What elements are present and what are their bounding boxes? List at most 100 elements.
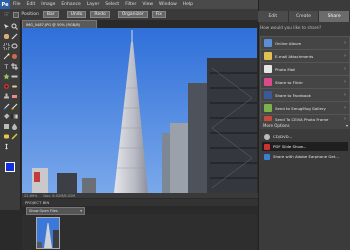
status-bar: 22.69% Doc: 8.02M/8.02M — [22, 193, 259, 198]
facebook-icon — [264, 91, 272, 99]
email-icon — [264, 52, 272, 60]
share-item-label: Share to Facebook — [275, 92, 311, 98]
more-share-adobe[interactable]: Share with Adobe Earphone Get... — [262, 152, 348, 161]
bar-button[interactable]: Bar — [42, 11, 59, 18]
chevron-right-icon: › — [344, 79, 346, 85]
eyedropper-icon[interactable] — [11, 33, 18, 40]
project-bin-header: PROJECT BIN — [22, 199, 260, 206]
share-adobe-icon — [264, 153, 270, 160]
more-item-label: Share with Adobe Earphone Get... — [273, 154, 339, 159]
project-bin-select-label: Show Open Files — [29, 209, 58, 213]
chevron-right-icon: › — [344, 53, 346, 59]
menu-image[interactable]: Image — [38, 2, 58, 7]
menu-filter[interactable]: Filter — [122, 2, 139, 7]
more-cd-dvd[interactable]: CD/DVD... — [262, 132, 348, 141]
tab-share[interactable]: Share — [319, 11, 350, 22]
panel-tabs: Edit Create Share — [258, 11, 350, 22]
project-bin-thumbnail[interactable] — [36, 217, 60, 249]
clone-stamp-icon[interactable] — [3, 93, 10, 100]
menu-view[interactable]: View — [139, 2, 156, 7]
more-pdf-slideshow[interactable]: PDF Slide Show... — [262, 142, 348, 151]
svg-text:T: T — [4, 64, 9, 70]
hand-tool-icon: ☞ — [4, 11, 10, 18]
chevron-down-icon: ▾ — [80, 209, 82, 213]
menu-file[interactable]: File — [10, 2, 24, 7]
crop-tool-icon[interactable] — [11, 63, 18, 70]
disc-icon — [264, 133, 270, 140]
document-tab-label: IMG_0487.JPG @ 50% (RGB/8) — [26, 22, 81, 27]
project-bin-title: PROJECT BIN — [25, 200, 50, 205]
brush-tool-icon[interactable] — [3, 103, 10, 110]
red-eye-icon[interactable] — [3, 83, 10, 90]
fix-button[interactable]: Fix — [151, 11, 166, 18]
zoom-tool-icon[interactable] — [11, 23, 18, 30]
chevron-right-icon: › — [344, 40, 346, 46]
share-item-label: Share to Flickr — [275, 79, 303, 85]
chevron-right-icon: › — [344, 66, 346, 72]
more-options-label: More Options — [263, 122, 290, 128]
lasso-tool-icon[interactable] — [11, 43, 18, 50]
menu-enhance[interactable]: Enhance — [58, 2, 83, 7]
image-canvas[interactable] — [22, 28, 257, 193]
type-tool-icon[interactable]: T — [3, 63, 10, 71]
project-bin-select[interactable]: Show Open Files ▾ — [26, 207, 85, 215]
content-aware-move-icon[interactable] — [3, 143, 10, 150]
organizer-button[interactable]: Organizer — [117, 11, 148, 18]
menu-help[interactable]: Help — [180, 2, 196, 7]
redo-button[interactable]: Redo — [90, 11, 110, 18]
shape-tool-icon[interactable] — [3, 123, 10, 130]
magic-wand-icon[interactable] — [3, 53, 10, 60]
share-item-label: Send to SmugMug Gallery — [275, 105, 326, 111]
position-label: Position — [21, 12, 39, 17]
pencil-tool-icon[interactable] — [11, 133, 18, 140]
marquee-tool-icon[interactable] — [3, 43, 10, 50]
online-album-icon — [264, 39, 272, 47]
more-options-header[interactable]: More Options ▾ — [260, 121, 350, 129]
share-email-attachments[interactable]: E-mail Attachments › — [260, 49, 350, 63]
position-checkbox[interactable] — [13, 11, 20, 18]
photo-image — [22, 28, 257, 193]
menu-layer[interactable]: Layer — [84, 2, 103, 7]
tab-create[interactable]: Create — [288, 11, 320, 22]
share-photo-mail[interactable]: Photo Mail › — [260, 62, 350, 76]
gradient-tool-icon[interactable] — [11, 113, 18, 120]
menu-window[interactable]: Window — [156, 2, 180, 7]
foreground-color-swatch[interactable] — [5, 162, 15, 172]
zoom-readout: 22.69% — [24, 193, 38, 198]
more-item-label: CD/DVD... — [273, 134, 293, 139]
chevron-right-icon: › — [344, 105, 346, 111]
more-item-label: PDF Slide Show... — [273, 144, 307, 149]
hand-tool-icon[interactable] — [3, 33, 10, 40]
paint-bucket-icon[interactable] — [3, 113, 10, 120]
move-tool-icon[interactable] — [3, 23, 10, 30]
share-flickr[interactable]: Share to Flickr › — [260, 75, 350, 89]
menu-select[interactable]: Select — [102, 2, 122, 7]
flickr-icon — [264, 78, 272, 86]
chevron-right-icon: › — [344, 92, 346, 98]
tab-edit[interactable]: Edit — [258, 11, 289, 22]
quick-selection-icon[interactable] — [11, 53, 18, 60]
healing-brush-icon[interactable] — [11, 83, 18, 90]
share-item-label: Photo Mail — [275, 66, 296, 72]
straighten-tool-icon[interactable] — [11, 73, 18, 80]
smugmug-icon — [264, 104, 272, 112]
share-question: How would you like to share? — [260, 25, 322, 30]
blur-tool-icon[interactable] — [11, 123, 18, 130]
document-size: Doc: 8.02M/8.02M — [43, 193, 76, 198]
undo-button[interactable]: Undo — [66, 11, 87, 18]
share-smugmug[interactable]: Send to SmugMug Gallery › — [260, 101, 350, 115]
menu-edit[interactable]: Edit — [24, 2, 39, 7]
eraser-icon[interactable] — [11, 93, 18, 100]
share-online-album[interactable]: Online Album › — [260, 36, 350, 50]
toolbox: T — [0, 20, 21, 210]
smart-brush-icon[interactable] — [11, 103, 18, 110]
photo-mail-icon — [264, 65, 272, 73]
share-facebook[interactable]: Share to Facebook › — [260, 88, 350, 102]
share-item-label: E-mail Attachments — [275, 53, 314, 59]
sponge-tool-icon[interactable] — [3, 133, 10, 140]
app-logo: Pe — [0, 0, 10, 9]
cookie-cutter-icon[interactable] — [3, 73, 10, 80]
position-option[interactable]: Position — [13, 11, 39, 18]
pdf-icon — [264, 143, 270, 150]
tool-options-bar: ☞ Position Bar Undo Redo Organizer Fix — [0, 9, 258, 20]
